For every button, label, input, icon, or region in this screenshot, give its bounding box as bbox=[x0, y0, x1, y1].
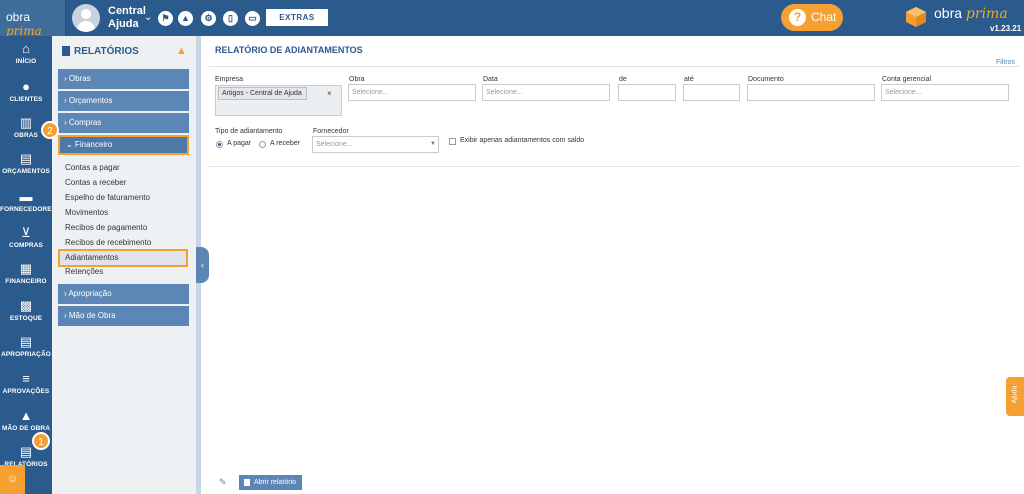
main-navigation: ⌂ INÍCIO ● CLIENTES ▥ OBRAS ▤ ORÇAMENTOS ▬ FO… bbox=[0, 36, 56, 494]
flag-icon[interactable]: ⚑ bbox=[158, 11, 173, 26]
truck-icon: ▬ bbox=[19, 189, 33, 204]
title-divider bbox=[209, 66, 1020, 67]
user-name[interactable]: Central Ajuda bbox=[108, 5, 148, 31]
nav-item-estoque[interactable]: ▩ ESTOQUE bbox=[0, 295, 52, 332]
sidebar-link-movimentos[interactable]: Movimentos bbox=[65, 208, 108, 217]
sidebar-section-compras[interactable]: › Compras bbox=[58, 113, 189, 133]
sidebar-link-contas-a-receber[interactable]: Contas a receber bbox=[65, 178, 126, 187]
nav-item-financeiro[interactable]: ▦ FINANCEIRO bbox=[0, 258, 52, 295]
nav-item-compras[interactable]: ⊻ COMPRAS bbox=[0, 222, 52, 259]
nav-item-aprovacoes[interactable]: ≡ APROVAÇÕES bbox=[0, 368, 52, 405]
obra-label: Obra bbox=[349, 76, 365, 83]
data-select[interactable]: Selecione... bbox=[482, 84, 610, 101]
app-version: v1.23.21 bbox=[990, 24, 1022, 33]
user-icon: ● bbox=[22, 79, 30, 94]
fornecedor-select[interactable]: Selecione... bbox=[312, 136, 439, 153]
empresa-tag: Artigos - Central de Ajuda bbox=[218, 87, 307, 100]
sidebar-link-contas-a-pagar[interactable]: Contas a pagar bbox=[65, 163, 120, 172]
tipo-adiantamento-label: Tipo de adiantamento bbox=[215, 128, 283, 135]
nav-item-clientes[interactable]: ● CLIENTES bbox=[0, 76, 52, 113]
monitor-icon[interactable]: ▭ bbox=[245, 11, 260, 26]
sidebar-link-espelho-de-faturamento[interactable]: Espelho de faturamento bbox=[65, 193, 150, 202]
report-title-icon bbox=[62, 46, 70, 56]
logo-text: obra prima bbox=[6, 10, 42, 38]
dropdown-arrow-icon: ▼ bbox=[430, 141, 436, 147]
sidebar-section-financeiro[interactable]: ⌄ Financeiro bbox=[58, 135, 189, 155]
conta-gerencial-label: Conta gerencial bbox=[882, 76, 932, 83]
tablet-icon[interactable]: ▯ bbox=[223, 11, 238, 26]
empresa-label: Empresa bbox=[215, 76, 244, 83]
sidebar-section-apropriacao[interactable]: › Apropriação bbox=[58, 284, 189, 304]
graduation-icon[interactable]: ▲ bbox=[178, 11, 193, 26]
sidebar-link-retencoes[interactable]: Retenções bbox=[65, 267, 103, 276]
radio-a-pagar[interactable] bbox=[216, 141, 223, 148]
nav-item-inicio[interactable]: ⌂ INÍCIO bbox=[0, 38, 52, 75]
conta-gerencial-select[interactable]: Selecione... bbox=[881, 84, 1009, 101]
filters-link[interactable]: Filtros bbox=[996, 59, 1015, 66]
sidebar-section-obras[interactable]: › Obras bbox=[58, 69, 189, 89]
filters-divider bbox=[209, 166, 1020, 167]
help-tab[interactable]: Ajuda bbox=[1006, 377, 1024, 416]
report-button-icon bbox=[244, 479, 250, 486]
obra-select[interactable]: Selecione... bbox=[348, 84, 476, 101]
user-avatar[interactable] bbox=[72, 4, 100, 32]
data-label: Data bbox=[483, 76, 498, 83]
date-to-input[interactable] bbox=[683, 84, 740, 101]
fornecedor-label: Fornecedor bbox=[313, 128, 349, 135]
brand-cube-icon bbox=[906, 7, 926, 27]
extras-button[interactable]: EXTRAS bbox=[266, 9, 328, 26]
date-from-input[interactable] bbox=[618, 84, 676, 101]
chat-button[interactable]: ? Chat bbox=[781, 4, 843, 31]
chat-label: Chat bbox=[811, 10, 837, 24]
app-logo[interactable]: obra prima bbox=[0, 0, 66, 38]
saldo-checkbox-label: Exibir apenas adiantamentos com saldo bbox=[460, 137, 585, 144]
workers-icon: ▲ bbox=[19, 408, 33, 423]
sidebar-link-adiantamentos[interactable]: Adiantamentos bbox=[58, 249, 188, 267]
graduation-cap-icon[interactable]: ▲ bbox=[176, 45, 187, 57]
page-title: RELATÓRIO DE ADIANTAMENTOS bbox=[215, 45, 363, 55]
ate-label: até bbox=[684, 76, 694, 83]
sidebar-section-orcamentos[interactable]: › Orçamentos bbox=[58, 91, 189, 111]
documento-input[interactable] bbox=[747, 84, 875, 101]
de-label: de bbox=[619, 76, 627, 83]
list-check-icon: ≡ bbox=[22, 371, 30, 386]
home-icon: ⌂ bbox=[22, 41, 30, 56]
sidebar-link-recibos-de-pagamento[interactable]: Recibos de pagamento bbox=[65, 223, 147, 232]
radio-a-receber[interactable] bbox=[259, 141, 266, 148]
eraser-icon[interactable]: ✎ bbox=[219, 477, 227, 488]
help-tab-label: Ajuda bbox=[1011, 385, 1019, 404]
saldo-checkbox[interactable] bbox=[449, 138, 456, 145]
step-badge-2: 2 bbox=[41, 121, 59, 139]
radio-a-receber-label: A receber bbox=[270, 140, 300, 147]
collapse-sidebar-button[interactable]: ‹ bbox=[196, 247, 209, 283]
cart-icon: ⊻ bbox=[21, 225, 31, 240]
step-badge-1: 1 bbox=[32, 432, 50, 450]
nav-item-fornecedores[interactable]: ▬ FORNECEDORES bbox=[0, 186, 56, 223]
brand-name: obra prima bbox=[934, 5, 1008, 22]
nav-item-apropriacao[interactable]: ▤ APROPRIAÇÃO bbox=[0, 331, 52, 368]
documento-label: Documento bbox=[748, 76, 784, 83]
avatar-head-shape bbox=[81, 9, 91, 19]
chevron-left-icon: ‹ bbox=[201, 260, 204, 270]
avatar-body-shape bbox=[77, 21, 95, 32]
nav-item-orcamentos[interactable]: ▤ ORÇAMENTOS bbox=[0, 148, 52, 185]
chevron-down-icon[interactable]: ⌄ bbox=[144, 12, 152, 23]
radio-a-pagar-label: A pagar bbox=[227, 140, 252, 147]
calculator-icon: ▦ bbox=[19, 261, 33, 276]
boxes-icon: ▩ bbox=[19, 298, 33, 313]
sidebar-link-recibos-de-recebimento[interactable]: Recibos de recebimento bbox=[65, 238, 151, 247]
file-icon: ▤ bbox=[19, 334, 33, 349]
sidebar-title: RELATÓRIOS bbox=[74, 46, 139, 57]
top-bar: obra prima Central Ajuda ⌄ ⚑ ▲ ⚙ ▯ ▭ EXT… bbox=[0, 0, 1024, 38]
document-icon: ▤ bbox=[19, 151, 33, 166]
gear-icon[interactable]: ⚙ bbox=[201, 11, 216, 26]
sidebar-section-mao-de-obra[interactable]: › Mão de Obra bbox=[58, 306, 189, 326]
remove-tag-icon[interactable]: × bbox=[327, 89, 332, 98]
question-icon: ? bbox=[789, 9, 806, 26]
chat-widget-button[interactable]: ☺ bbox=[0, 465, 25, 494]
